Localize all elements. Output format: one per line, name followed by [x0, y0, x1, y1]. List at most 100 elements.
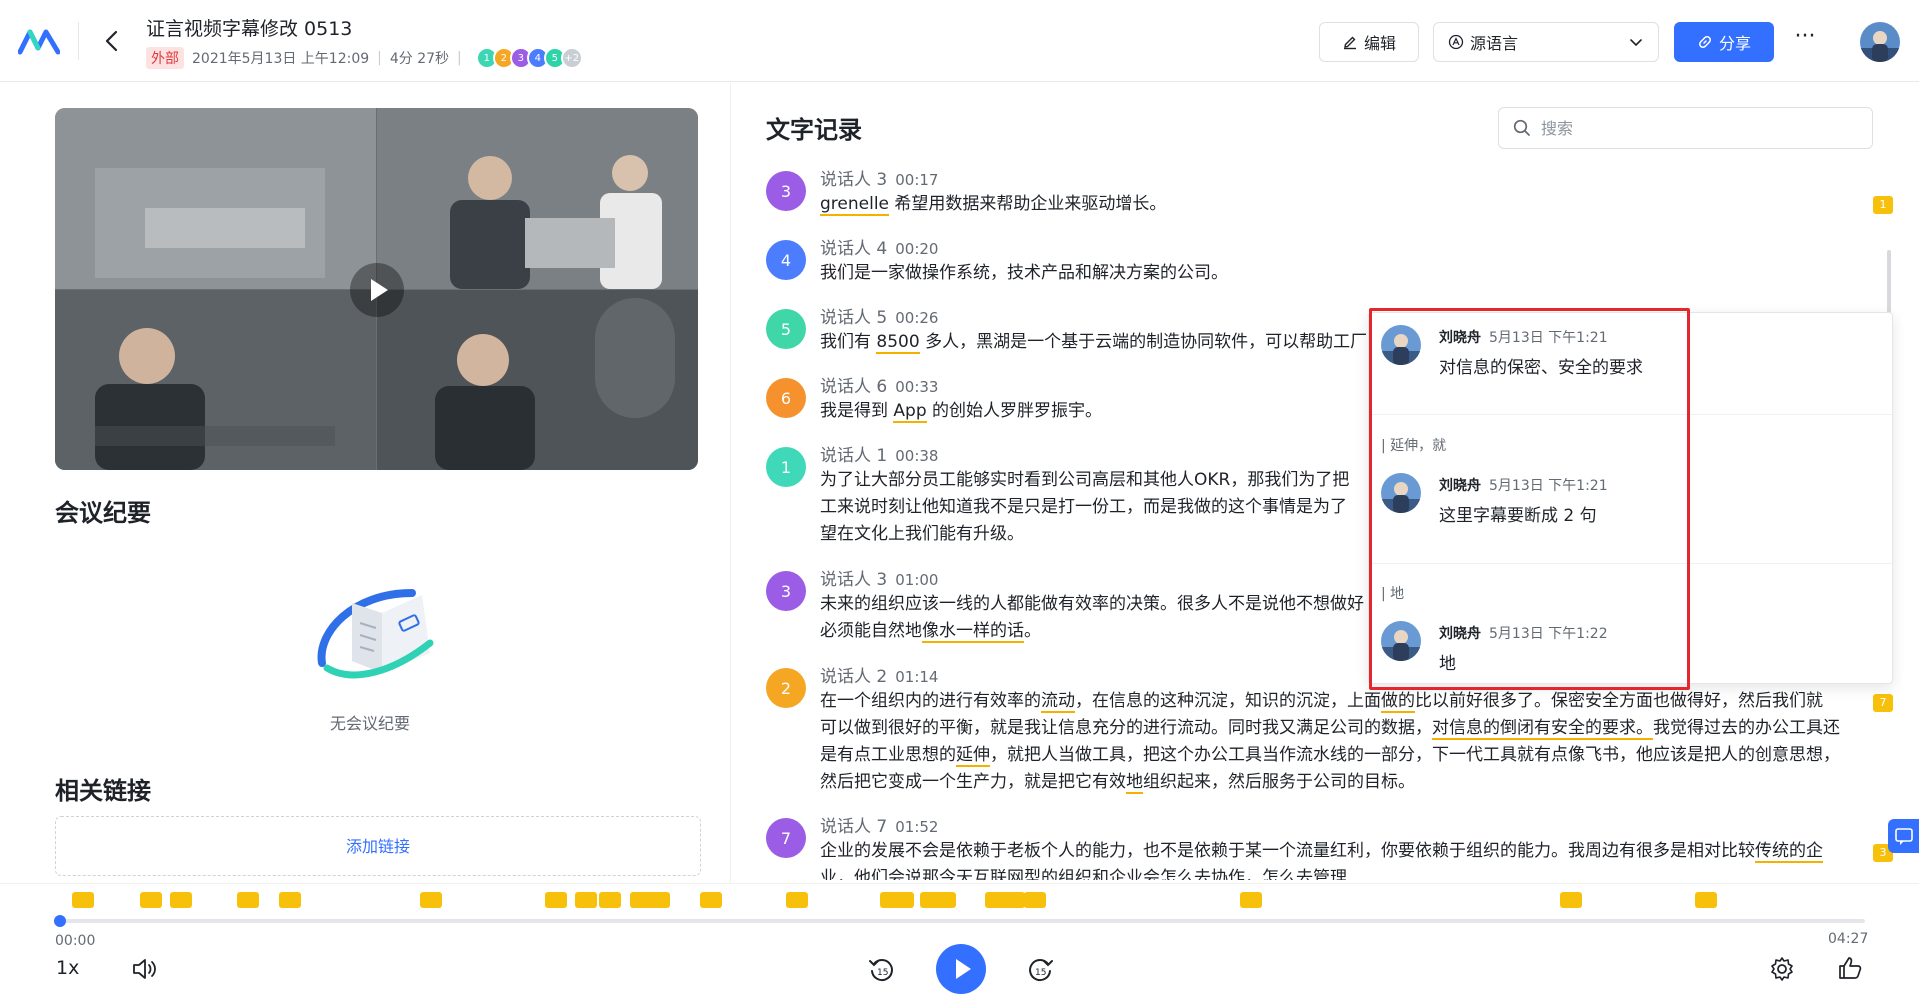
comment-date: 5月13日 下午1:22	[1489, 626, 1608, 642]
link-icon	[1699, 36, 1711, 48]
settings-gear-icon[interactable]	[1769, 956, 1795, 982]
speaker-avatar: 6	[766, 378, 806, 418]
segment-time[interactable]: 01:14	[895, 668, 938, 686]
timeline-comment-marker-icon[interactable]	[700, 892, 722, 908]
speaker-avatar: 1	[766, 447, 806, 487]
timeline-comment-marker-icon[interactable]	[1003, 892, 1025, 908]
commenter-name: 刘晓舟 5月13日 下午1:21	[1439, 478, 1608, 494]
thumbs-up-icon[interactable]	[1837, 955, 1863, 981]
summary-empty-text: 无会议纪要	[330, 714, 411, 733]
comments-popover: 刘晓舟 5月13日 下午1:21 对信息的保密、安全的要求 | 延伸，就 刘晓舟 5…	[1368, 312, 1893, 684]
timeline-comment-marker-icon[interactable]	[786, 892, 808, 908]
empty-notes-illustration	[317, 589, 434, 679]
video-player[interactable]	[55, 108, 698, 470]
progress-track[interactable]	[55, 919, 1865, 923]
timeline-comment-marker-icon[interactable]	[1240, 892, 1262, 908]
comment-marker-icon[interactable]: 7	[1873, 694, 1893, 712]
comment-marker-icon[interactable]: 1	[1873, 196, 1893, 214]
search-input[interactable]	[1541, 118, 1841, 138]
speaker-label: 说话人 5 00:26	[820, 308, 939, 328]
speaker-label: 说话人 1 00:38	[820, 446, 939, 466]
add-link-box[interactable]: 添加链接	[55, 816, 701, 876]
timeline-comment-marker-icon[interactable]	[1695, 892, 1717, 908]
transcript-segment[interactable]: 3 说话人 3 00:17 grenelle 希望用数据来帮助企业来驱动增长。	[766, 165, 1876, 225]
meeting-date: 2021年5月13日 上午12:09	[192, 51, 370, 67]
back-arrow-icon[interactable]	[100, 28, 126, 54]
timeline-comment-marker-icon[interactable]	[170, 892, 192, 908]
segment-text[interactable]: 在一个组织内的进行有效率的流动，在信息的这种沉淀，知识的沉淀，上面做的比以前好很…	[820, 688, 1865, 796]
add-link-button[interactable]: 添加链接	[346, 833, 410, 875]
comment-divider	[1369, 563, 1892, 564]
feedback-icon[interactable]	[1888, 819, 1919, 853]
segment-time[interactable]: 00:17	[895, 171, 938, 189]
segment-text[interactable]: 企业的发展不会是依赖于老板个人的能力，也不是依赖于某一个流量红利，你要依赖于组织…	[820, 838, 1865, 880]
timeline-comment-marker-icon[interactable]	[934, 892, 956, 908]
forward-15-icon[interactable]: 15	[1025, 955, 1055, 985]
timeline-comment-marker-icon[interactable]	[279, 892, 301, 908]
playback-speed-button[interactable]: 1x	[56, 957, 79, 979]
external-badge: 外部	[146, 47, 184, 69]
transcript-segment[interactable]: 7 说话人 7 01:52 企业的发展不会是依赖于老板个人的能力，也不是依赖于某一…	[766, 812, 1876, 880]
edit-label: 编辑	[1363, 34, 1396, 53]
total-time: 04:27	[1828, 931, 1869, 947]
comment-divider	[1369, 414, 1892, 415]
comment-quote: | 地	[1381, 586, 1405, 602]
meeting-meta: 外部 2021年5月13日 上午12:09 | 4分 27秒 | 1 2 3 4 5 +2	[146, 47, 583, 69]
timeline-comment-marker-icon[interactable]	[140, 892, 162, 908]
header-divider	[78, 22, 79, 60]
segment-time[interactable]: 00:38	[895, 447, 938, 465]
segment-time[interactable]: 01:00	[895, 571, 938, 589]
rewind-15-icon[interactable]: 15	[867, 955, 897, 985]
chevron-down-icon	[1630, 39, 1642, 47]
more-options-icon[interactable]: ···	[1791, 26, 1819, 54]
segment-text[interactable]: grenelle 希望用数据来帮助企业来驱动增长。	[820, 191, 1865, 218]
timeline-comment-marker-icon[interactable]	[599, 892, 621, 908]
timeline-comment-marker-icon[interactable]	[575, 892, 597, 908]
source-language-select[interactable]: 源语言	[1433, 22, 1659, 62]
participant-avatars[interactable]: 1 2 3 4 5 +2	[475, 47, 583, 69]
segment-time[interactable]: 00:20	[895, 240, 938, 258]
audio-player-bar: 00:00 04:27 1x 15 15	[0, 883, 1919, 999]
header: 证言视频字幕修改 0513 外部 2021年5月13日 上午12:09 | 4分…	[0, 0, 1919, 82]
volume-icon[interactable]	[130, 956, 158, 982]
source-language-label: 源语言	[1470, 34, 1519, 53]
play-button[interactable]	[936, 944, 986, 994]
timeline-comment-marker-icon[interactable]	[237, 892, 259, 908]
transcript-title: 文字记录	[766, 116, 862, 144]
share-button[interactable]: 分享	[1674, 22, 1774, 62]
share-label: 分享	[1718, 34, 1751, 53]
summary-title: 会议纪要	[55, 499, 151, 527]
speaker-label: 说话人 2 01:14	[820, 667, 939, 687]
timeline-comment-marker-icon[interactable]	[420, 892, 442, 908]
search-icon	[1513, 119, 1530, 136]
speaker-label: 说话人 7 01:52	[820, 817, 939, 837]
timeline-comment-marker-icon[interactable]	[72, 892, 94, 908]
speaker-label: 说话人 3 00:17	[820, 170, 939, 190]
transcript-search[interactable]	[1498, 107, 1873, 149]
segment-time[interactable]: 01:52	[895, 818, 938, 836]
timeline-comment-marker-icon[interactable]	[892, 892, 914, 908]
comment-body: 对信息的保密、安全的要求	[1439, 358, 1643, 378]
panel-divider	[730, 83, 731, 883]
speaker-avatar: 3	[766, 571, 806, 611]
edit-button[interactable]: 编辑	[1319, 22, 1419, 62]
current-time: 00:00	[55, 933, 96, 949]
segment-time[interactable]: 00:26	[895, 309, 938, 327]
comment-body: 这里字幕要断成 2 句	[1439, 506, 1597, 526]
links-title: 相关链接	[55, 777, 151, 805]
svg-text:15: 15	[877, 968, 888, 978]
transcript-segment[interactable]: 4 说话人 4 00:20 我们是一家做操作系统，技术产品和解决方案的公司。	[766, 234, 1876, 294]
segment-time[interactable]: 00:33	[895, 378, 938, 396]
timeline-comment-marker-icon[interactable]	[545, 892, 567, 908]
speaker-avatar: 7	[766, 818, 806, 858]
progress-handle[interactable]	[54, 915, 66, 927]
meta-separator: |	[457, 50, 462, 66]
timeline-comment-marker-icon[interactable]	[1560, 892, 1582, 908]
segment-text[interactable]: 我们是一家做操作系统，技术产品和解决方案的公司。	[820, 260, 1865, 287]
timeline-comment-marker-icon[interactable]	[1024, 892, 1046, 908]
app-window: 证言视频字幕修改 0513 外部 2021年5月13日 上午12:09 | 4分…	[0, 0, 1919, 999]
user-avatar[interactable]	[1860, 22, 1900, 62]
timeline-comment-marker-icon[interactable]	[648, 892, 670, 908]
participant-avatar[interactable]: +2	[560, 47, 583, 69]
video-play-button[interactable]	[350, 263, 404, 317]
